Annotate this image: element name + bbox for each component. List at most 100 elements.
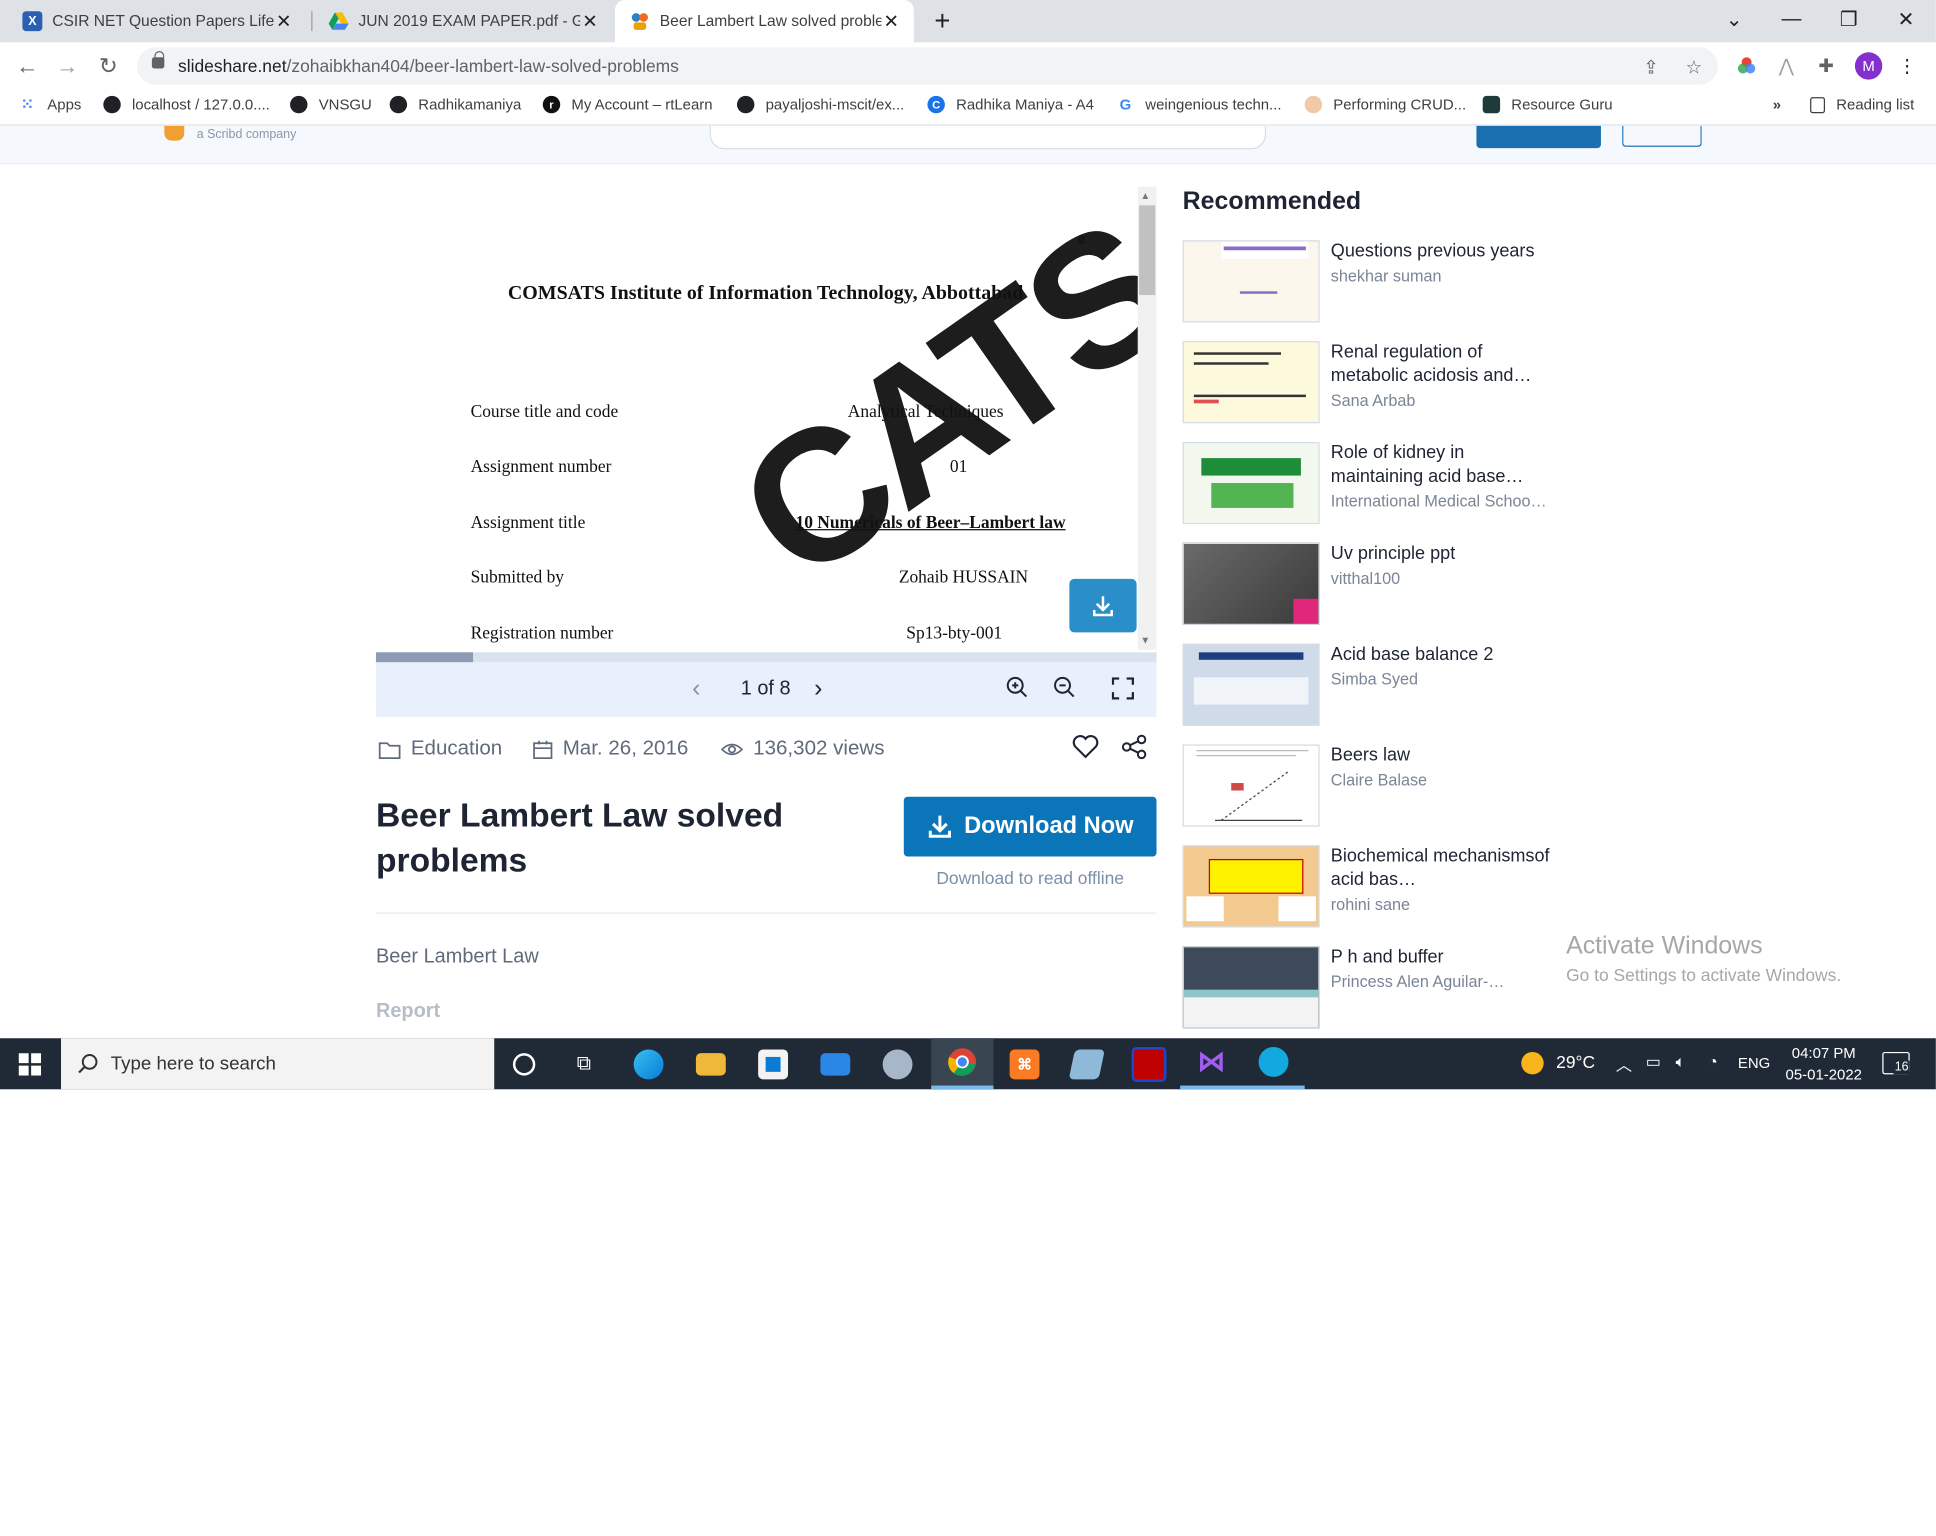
- clock[interactable]: 04:07 PM 05-01-2022: [1783, 1043, 1865, 1085]
- microsoft-store-icon[interactable]: [742, 1038, 804, 1089]
- fullscreen-icon[interactable]: [1111, 677, 1134, 706]
- bookmarks-overflow-button[interactable]: »: [1773, 96, 1781, 113]
- bookmark-vnsgu[interactable]: VNSGU: [290, 95, 372, 114]
- scroll-down-icon[interactable]: ▼: [1140, 635, 1150, 646]
- search-icon: [78, 1054, 98, 1074]
- report-link[interactable]: Report: [376, 1001, 440, 1023]
- extension-a-icon[interactable]: ⋀: [1774, 54, 1799, 79]
- menu-kebab-icon[interactable]: ⋮: [1895, 54, 1920, 79]
- notepad-icon[interactable]: [1056, 1038, 1118, 1089]
- file-explorer-icon[interactable]: [680, 1038, 742, 1089]
- language-indicator[interactable]: ENG: [1738, 1054, 1770, 1071]
- scrollbar-thumb[interactable]: [1139, 205, 1156, 296]
- download-icon: [929, 815, 952, 838]
- window-close-icon[interactable]: ✕: [1877, 0, 1934, 40]
- page-icon: [1304, 95, 1323, 114]
- back-icon[interactable]: ←: [9, 47, 46, 84]
- recommended-item[interactable]: Role of kidney in maintaining acid base……: [1182, 441, 1556, 529]
- zoom-out-icon[interactable]: [1053, 676, 1075, 705]
- zoom-in-icon[interactable]: [1006, 676, 1028, 705]
- recommended-item[interactable]: Renal regulation of metabolic acidosis a…: [1182, 341, 1556, 428]
- xampp-icon[interactable]: ⌘: [993, 1038, 1055, 1089]
- like-heart-icon[interactable]: [1072, 734, 1099, 765]
- tab-csir[interactable]: X CSIR NET Question Papers Life Sc ✕: [7, 0, 306, 42]
- rtlearn-icon: r: [542, 95, 561, 114]
- edge-icon[interactable]: [617, 1038, 679, 1089]
- close-icon[interactable]: ✕: [274, 10, 294, 32]
- reading-list-button[interactable]: Reading list: [1810, 96, 1914, 113]
- windows-start-icon[interactable]: [0, 1038, 60, 1089]
- tab-slideshare[interactable]: Beer Lambert Law solved problen ✕: [614, 0, 914, 43]
- profile-avatar[interactable]: M: [1854, 52, 1883, 80]
- color-extension-icon[interactable]: [1734, 54, 1759, 79]
- reload-icon[interactable]: ↻: [90, 47, 127, 84]
- chevron-up-icon[interactable]: ︿: [1616, 1052, 1632, 1076]
- tab-drive[interactable]: JUN 2019 EXAM PAPER.pdf - Goo ✕: [314, 0, 610, 42]
- timer-app-icon[interactable]: [1242, 1038, 1305, 1090]
- bookmark-resource-guru[interactable]: Resource Guru: [1482, 95, 1613, 114]
- recommended-item[interactable]: Biochemical mechanismsof acid bas… rohin…: [1182, 845, 1556, 932]
- x-logo-icon: X: [22, 11, 43, 32]
- bookmark-crud[interactable]: Performing CRUD...: [1304, 95, 1466, 114]
- volume-icon[interactable]: 🔈︎: [1676, 1052, 1686, 1072]
- wifi-icon[interactable]: ◔: [1708, 1052, 1718, 1071]
- floating-download-button[interactable]: [1069, 578, 1137, 633]
- share-icon[interactable]: ⇪: [1643, 56, 1659, 78]
- bookmark-github-payaljoshi[interactable]: payaljoshi-mscit/ex...: [736, 95, 904, 114]
- thumbnail-image: [1182, 643, 1320, 726]
- bookmark-weingenious[interactable]: Gweingenious techn...: [1117, 96, 1282, 113]
- upload-button[interactable]: [1476, 125, 1601, 149]
- download-now-button[interactable]: Download Now: [903, 796, 1157, 857]
- chrome-icon[interactable]: [931, 1038, 994, 1090]
- next-page-icon[interactable]: ›: [814, 675, 822, 704]
- tab-search-icon[interactable]: ⌄: [1706, 0, 1763, 40]
- restore-icon[interactable]: ❐: [1820, 0, 1877, 40]
- notification-center-icon[interactable]: 16: [1882, 1051, 1910, 1075]
- mail-icon[interactable]: [804, 1038, 866, 1089]
- taskbar-search-input[interactable]: Type here to search: [61, 1038, 495, 1090]
- activate-title: Activate Windows: [1566, 932, 1763, 960]
- share-icon[interactable]: [1120, 734, 1147, 765]
- recommended-item[interactable]: P h and buffer Princess Alen Aguilar-…: [1182, 946, 1556, 1033]
- new-tab-button[interactable]: +: [921, 0, 963, 42]
- filezilla-icon[interactable]: [1118, 1038, 1180, 1089]
- forward-icon[interactable]: →: [49, 47, 86, 84]
- recommended-title: P h and buffer: [1330, 947, 1444, 968]
- recommended-item[interactable]: Questions previous years shekhar suman: [1182, 240, 1556, 327]
- paint-icon[interactable]: [866, 1038, 928, 1089]
- recommended-item[interactable]: Beers law Claire Balase: [1182, 744, 1556, 831]
- temperature[interactable]: 29°C: [1556, 1052, 1595, 1072]
- github-icon: [389, 95, 408, 114]
- minimize-icon[interactable]: —: [1763, 0, 1820, 40]
- battery-icon[interactable]: ▭: [1646, 1052, 1661, 1072]
- bookmark-github-radhikamaniya[interactable]: Radhikamaniya: [389, 95, 521, 114]
- scroll-up-icon[interactable]: ▲: [1140, 190, 1150, 201]
- bookmark-apps[interactable]: ⁙ Apps: [19, 95, 82, 114]
- description-text: Beer Lambert Law: [375, 946, 539, 968]
- download-offline-link[interactable]: Download to read offline: [904, 868, 1157, 888]
- bookmark-localhost[interactable]: localhost / 127.0.0....: [103, 95, 270, 114]
- address-bar[interactable]: slideshare.net/zohaibkhan404/beer-lamber…: [136, 47, 1718, 85]
- task-view-icon[interactable]: ⧉: [553, 1038, 615, 1089]
- close-icon[interactable]: ✕: [881, 10, 901, 32]
- close-icon[interactable]: ✕: [580, 10, 600, 32]
- recommended-item[interactable]: Acid base balance 2 Simba Syed: [1182, 643, 1556, 731]
- site-search-input[interactable]: [709, 125, 1267, 150]
- login-button[interactable]: [1622, 125, 1702, 147]
- cortana-icon[interactable]: [493, 1038, 555, 1089]
- star-icon[interactable]: ☆: [1686, 56, 1703, 78]
- bookmark-rtlearn[interactable]: r My Account – rtLearn: [542, 95, 713, 114]
- recommended-title: Biochemical mechanismsof acid bas…: [1330, 846, 1550, 891]
- previous-page-icon[interactable]: ‹: [692, 675, 700, 704]
- field-label: Assignment title: [470, 514, 586, 533]
- thumbnail-image: [1182, 542, 1320, 625]
- bookmark-radhika-a4[interactable]: C Radhika Maniya - A4: [927, 95, 1094, 114]
- calendar-icon: [533, 740, 553, 759]
- weather-sun-icon[interactable]: [1521, 1051, 1544, 1075]
- visual-studio-icon[interactable]: ⋈: [1180, 1038, 1243, 1090]
- recommended-item[interactable]: Uv principle ppt vitthal100: [1182, 542, 1556, 630]
- category-link[interactable]: Education: [378, 737, 502, 761]
- slideshare-logo[interactable]: [164, 125, 185, 141]
- notification-count: 16: [1893, 1060, 1910, 1075]
- extensions-puzzle-icon[interactable]: ✚: [1814, 54, 1839, 79]
